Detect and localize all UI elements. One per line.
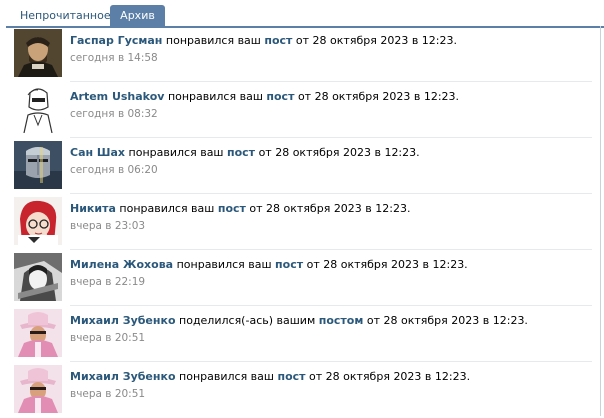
post-link[interactable]: постом <box>319 314 364 327</box>
user-avatar[interactable] <box>14 141 62 189</box>
notification-item: Сан Шах понравился ваш пост от 28 октябр… <box>0 138 600 194</box>
action-text: понравился ваш <box>128 146 224 159</box>
action-text: понравился ваш <box>167 90 263 103</box>
date-text: от 28 октября 2023 в 12:23. <box>249 202 411 215</box>
date-text: от 28 октября 2023 в 12:23. <box>297 90 460 103</box>
action-text: понравился ваш <box>165 34 261 47</box>
user-name-link[interactable]: Михаил Зубенко <box>70 370 176 383</box>
post-link[interactable]: пост <box>227 146 255 159</box>
notification-item: Никита понравился ваш пост от 28 октября… <box>0 194 600 250</box>
user-name-link[interactable]: Милена Жохова <box>70 258 173 271</box>
notification-text: Милена Жохова понравился ваш пост от 28 … <box>70 258 468 271</box>
notification-text: Гаспар Гусман понравился ваш пост от 28 … <box>70 34 457 47</box>
pink-hat-avatar-image <box>14 309 62 357</box>
notification-time: вчера в 23:03 <box>70 220 146 232</box>
date-text: от 28 октября 2023 в 12:23. <box>309 370 471 383</box>
user-name-link[interactable]: Гаспар Гусман <box>70 34 162 47</box>
manga-avatar-image <box>14 253 62 301</box>
notification-item: Artem Ushakov понравился ваш пост от 28 … <box>0 82 600 138</box>
notification-time: вчера в 22:19 <box>70 276 146 288</box>
notification-text: Михаил Зубенко поделился(-ась) вашим пос… <box>70 314 528 327</box>
user-avatar[interactable] <box>14 197 62 245</box>
user-avatar[interactable] <box>14 309 62 357</box>
user-avatar[interactable] <box>14 85 62 133</box>
post-link[interactable]: пост <box>275 258 303 271</box>
tab-archive[interactable]: Архив <box>110 5 165 26</box>
notification-item: Михаил Зубенко поделился(-ась) вашим пос… <box>0 306 600 362</box>
notification-item: Михаил Зубенко понравился ваш пост от 28… <box>0 362 600 418</box>
user-avatar[interactable] <box>14 365 62 413</box>
notification-time: сегодня в 14:58 <box>70 52 158 64</box>
notification-time: сегодня в 08:32 <box>70 108 158 120</box>
notification-time: вчера в 20:51 <box>70 332 146 344</box>
user-name-link[interactable]: Сан Шах <box>70 146 125 159</box>
user-avatar[interactable] <box>14 29 62 77</box>
notification-item: Милена Жохова понравился ваш пост от 28 … <box>0 250 600 306</box>
date-text: от 28 октября 2023 в 12:23. <box>295 34 457 47</box>
notification-item: Гаспар Гусман понравился ваш пост от 28 … <box>0 26 600 82</box>
date-text: от 28 октября 2023 в 12:23. <box>306 258 468 271</box>
tab-unread[interactable]: Непрочитанное <box>10 5 121 26</box>
action-text: понравился ваш <box>179 370 274 383</box>
post-link[interactable]: пост <box>266 90 294 103</box>
tab-bar: Непрочитанное Архив <box>6 5 604 28</box>
post-link[interactable]: пост <box>218 202 246 215</box>
post-link[interactable]: пост <box>277 370 305 383</box>
right-border <box>600 26 601 416</box>
post-link[interactable]: пост <box>264 34 292 47</box>
user-name-link[interactable]: Никита <box>70 202 116 215</box>
notification-text: Никита понравился ваш пост от 28 октября… <box>70 202 410 215</box>
notification-text: Artem Ushakov понравился ваш пост от 28 … <box>70 90 459 103</box>
sketch-avatar-image <box>14 85 62 133</box>
action-text: понравился ваш <box>176 258 272 271</box>
action-text: понравился ваш <box>119 202 215 215</box>
knight-avatar-image <box>14 141 62 189</box>
notification-text: Сан Шах понравился ваш пост от 28 октябр… <box>70 146 420 159</box>
notification-time: сегодня в 06:20 <box>70 164 158 176</box>
date-text: от 28 октября 2023 в 12:23. <box>258 146 420 159</box>
date-text: от 28 октября 2023 в 12:23. <box>366 314 528 327</box>
user-name-link[interactable]: Михаил Зубенко <box>70 314 176 327</box>
notification-time: вчера в 20:51 <box>70 388 146 400</box>
user-name-link[interactable]: Artem Ushakov <box>70 90 164 103</box>
user-avatar[interactable] <box>14 253 62 301</box>
anime-avatar-image <box>14 197 62 245</box>
portrait-avatar-image <box>14 29 62 77</box>
pink-hat-avatar-image <box>14 365 62 413</box>
action-text: поделился(-ась) вашим <box>179 314 316 327</box>
notification-text: Михаил Зубенко понравился ваш пост от 28… <box>70 370 470 383</box>
